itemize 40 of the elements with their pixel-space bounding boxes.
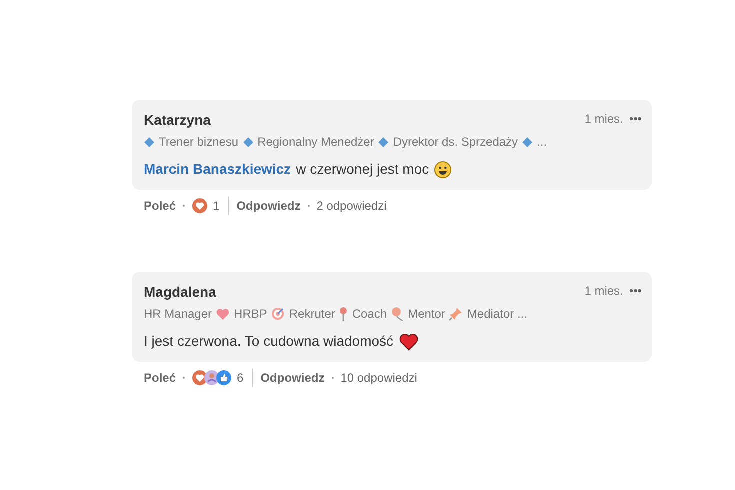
grinning-face-emoji-icon <box>434 160 452 178</box>
reaction-count[interactable]: 1 <box>213 197 220 215</box>
mention-link[interactable]: Marcin Banaszkiewicz <box>144 159 292 180</box>
author-headline: Mentor <box>408 306 446 323</box>
like-reaction-icon <box>216 370 232 386</box>
target-icon <box>271 307 286 321</box>
reply-button[interactable]: Odpowiedz <box>260 369 325 387</box>
author-headline: Trener biznesu <box>159 134 239 151</box>
author-headline: HR Manager <box>144 306 212 323</box>
author-headline: Dyrektor ds. Sprzedaży <box>393 134 518 151</box>
comment-text: w czerwonej jest moc <box>296 160 430 179</box>
pushpin-icon <box>449 307 464 321</box>
reaction-count[interactable]: 6 <box>237 369 244 387</box>
pin-icon <box>339 306 348 322</box>
balloon-icon <box>391 306 404 322</box>
heart-icon <box>216 308 230 320</box>
reply-button[interactable]: Odpowiedz <box>236 197 301 215</box>
diamond-icon <box>242 136 254 148</box>
comment-text: I jest czerwona. To cudowna wiadomość <box>144 332 394 351</box>
author-name[interactable]: Katarzyna <box>144 110 211 131</box>
author-headline: Mediator ... <box>467 306 528 323</box>
comment-time: 1 mies. <box>584 283 624 300</box>
diamond-icon <box>144 136 155 148</box>
love-reaction-icon <box>192 198 208 214</box>
replies-link[interactable]: 10 odpowiedzi <box>340 369 418 387</box>
like-button[interactable]: Poleć <box>144 369 176 387</box>
author-headline: ... <box>537 134 548 151</box>
comment-time: 1 mies. <box>584 111 624 128</box>
more-options-button[interactable]: ••• <box>629 113 642 125</box>
diamond-icon <box>378 136 390 148</box>
author-name[interactable]: Magdalena <box>144 282 216 303</box>
more-options-button[interactable]: ••• <box>629 285 642 297</box>
author-headline: Coach <box>352 306 388 323</box>
replies-link[interactable]: 2 odpowiedzi <box>316 197 387 215</box>
like-button[interactable]: Poleć <box>144 197 176 215</box>
author-headline: Rekruter <box>289 306 336 323</box>
author-headline: HRBP <box>234 306 268 323</box>
author-headline: Regionalny Menedżer <box>258 134 374 151</box>
heart-icon <box>398 332 419 350</box>
diamond-icon <box>522 136 534 148</box>
